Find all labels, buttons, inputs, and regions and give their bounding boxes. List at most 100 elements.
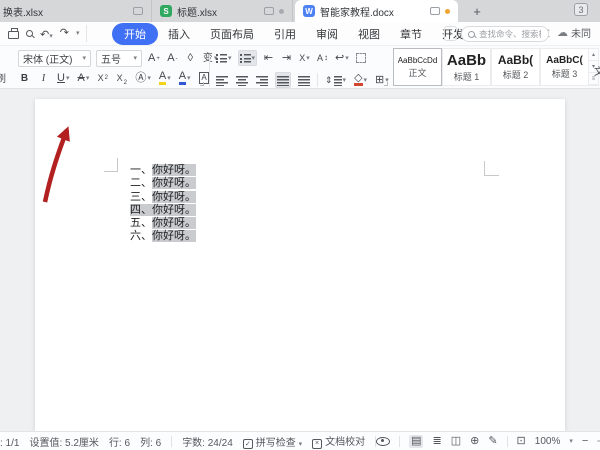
edit-pen-icon[interactable]: ✎ xyxy=(488,436,497,447)
numbered-list-button[interactable]: ▾ xyxy=(238,50,258,66)
bullet-list-button[interactable]: ▾ xyxy=(215,50,233,66)
file-tab-label: 智能家教程.docx xyxy=(320,4,425,19)
doc-line-2[interactable]: 二、你好呀。 xyxy=(130,177,196,190)
zoom-level[interactable]: 100% xyxy=(535,436,561,447)
superscript-button[interactable]: X2 xyxy=(96,70,109,86)
tab-view[interactable]: 视图 xyxy=(348,24,390,44)
cloud-sync-status[interactable]: ☁ 未同 xyxy=(557,25,591,40)
selected-text: 你好呀。 xyxy=(152,217,196,229)
read-view-icon[interactable]: ◫ xyxy=(451,436,461,447)
scroll-up-icon[interactable]: ▴ xyxy=(589,49,598,61)
list-number: 三、 xyxy=(130,191,152,203)
menubar: ↶▾ ↷ ▾ 开始 插入 页面布局 引用 审阅 视图 章节 开发工具 会员专享 … xyxy=(0,22,600,45)
file-tab-sheet2[interactable]: S 标题.xlsx xyxy=(152,0,293,22)
doc-line-5[interactable]: 五、你好呀。 xyxy=(130,217,196,230)
font-dialog-launcher[interactable] xyxy=(200,82,204,86)
redo-icon[interactable]: ↷ xyxy=(60,28,69,39)
style-heading2[interactable]: AaBb( 标题 2 xyxy=(491,48,540,86)
outline-view-icon[interactable]: ≣ xyxy=(432,436,441,447)
enclosed-char-button[interactable]: Ⓐ▾ xyxy=(134,70,152,86)
shrink-font-button[interactable]: A- xyxy=(166,51,179,67)
doc-line-6[interactable]: 六、你好呀。 xyxy=(130,230,196,243)
underline-button[interactable]: U▾ xyxy=(56,70,70,86)
fullscreen-icon[interactable]: ⊡ xyxy=(517,436,526,447)
more-tabs-button[interactable]: › xyxy=(444,26,457,41)
style-heading3[interactable]: AaBbC( 标题 3 xyxy=(540,48,589,86)
undo-button[interactable]: ↶▾ xyxy=(40,27,53,41)
align-left-button[interactable] xyxy=(215,72,229,88)
font-name-value: 宋体 (正文) xyxy=(23,51,72,66)
style-heading1[interactable]: AaBb 标题 1 xyxy=(442,48,491,86)
sync-label: 未同 xyxy=(571,25,591,40)
font-size-select[interactable]: 五号 ▾ xyxy=(96,50,142,67)
word-count[interactable]: 字数: 24/24 xyxy=(182,434,233,449)
subscript-button[interactable]: X2 xyxy=(115,70,128,86)
statusbar-left: 页: 1/1 设置值: 5.2厘米 行: 6 列: 6 字数: 24/24 ✓拼… xyxy=(0,433,376,449)
page-view-icon[interactable]: ▤ xyxy=(409,435,423,448)
increase-indent-icon: ⇥ xyxy=(282,53,291,64)
list-number: 六、 xyxy=(130,230,152,242)
italic-button[interactable]: I xyxy=(37,70,50,86)
shading-button[interactable]: ◇▾ xyxy=(353,72,368,88)
align-center-button[interactable] xyxy=(235,72,249,88)
lines-icon xyxy=(334,75,342,86)
font-name-select[interactable]: 宋体 (正文) ▾ xyxy=(18,50,91,67)
line-spacing-button[interactable]: ⇕▾ xyxy=(324,72,347,88)
tabstop-button[interactable] xyxy=(355,50,368,66)
tab-section[interactable]: 章节 xyxy=(390,24,432,44)
distribute-button[interactable] xyxy=(297,72,311,88)
strikethrough-button[interactable]: A▾ xyxy=(76,70,90,86)
spell-check-toggle[interactable]: ✓拼写检查 ▾ xyxy=(243,434,302,449)
style-label: 标题 2 xyxy=(503,68,529,81)
increase-indent-button[interactable]: ⇥ xyxy=(280,50,293,66)
command-search[interactable] xyxy=(461,26,549,42)
text-direction-button[interactable]: A↕ xyxy=(316,50,329,66)
customize-toolbar-icon[interactable]: ▾ xyxy=(76,30,80,37)
style-normal[interactable]: AaBbCcDd 正文 xyxy=(393,48,442,86)
format-painter-fragment[interactable]: 刷 xyxy=(0,70,6,85)
align-right-button[interactable] xyxy=(255,72,269,88)
web-view-icon[interactable]: ⊕ xyxy=(470,436,479,447)
wrap-button[interactable]: ↩▾ xyxy=(334,50,350,66)
highlight-color-button[interactable]: A▾ xyxy=(158,70,172,86)
asian-layout-icon: X xyxy=(299,54,305,63)
file-tab-sheet1[interactable]: 换表.xlsx xyxy=(0,0,152,22)
justify-button[interactable] xyxy=(275,72,291,88)
zoom-out-icon[interactable]: − xyxy=(582,436,588,447)
eye-protection-icon[interactable] xyxy=(376,437,390,446)
side-panel-fragment[interactable]: 文 xyxy=(594,63,600,78)
doc-line-3[interactable]: 三、你好呀。 xyxy=(130,191,196,204)
paragraph-dialog-launcher[interactable] xyxy=(384,82,388,86)
chevron-down-icon: ▾ xyxy=(86,75,90,82)
document-text: 一、你好呀。 二、你好呀。 三、你好呀。 四、你好呀。 五、你好呀。 六、你好呀… xyxy=(130,164,196,244)
document-page[interactable]: 一、你好呀。 二、你好呀。 三、你好呀。 四、你好呀。 五、你好呀。 六、你好呀… xyxy=(35,99,565,431)
tab-review[interactable]: 审阅 xyxy=(306,24,348,44)
font-color-button[interactable]: A▾ xyxy=(178,70,192,86)
tab-home[interactable]: 开始 xyxy=(112,23,158,45)
window-count-badge[interactable]: 3 xyxy=(574,3,588,16)
divider xyxy=(86,25,87,42)
print-preview-icon[interactable] xyxy=(26,30,33,37)
proofread-label: 文档校对 xyxy=(325,437,365,448)
print-icon[interactable] xyxy=(8,31,19,39)
zoom-caret-icon[interactable]: ▾ xyxy=(569,438,573,445)
new-tab-button[interactable]: + xyxy=(468,2,486,20)
tab-references[interactable]: 引用 xyxy=(264,24,306,44)
divider xyxy=(317,73,318,87)
tab-insert[interactable]: 插入 xyxy=(158,24,200,44)
proofread-button[interactable]: ×文档校对 xyxy=(312,433,365,449)
setting-value: 设置值: 5.2厘米 xyxy=(29,434,98,449)
font-color-icon: A xyxy=(179,71,186,85)
bold-button[interactable]: B xyxy=(18,70,31,86)
decrease-indent-button[interactable]: ⇤ xyxy=(262,50,275,66)
asian-layout-button[interactable]: X▾ xyxy=(298,50,311,66)
tab-status-dot xyxy=(279,9,284,14)
doc-line-4[interactable]: 四、你好呀。 xyxy=(130,204,196,217)
search-input[interactable] xyxy=(479,29,541,39)
grow-font-button[interactable]: A+ xyxy=(147,51,161,67)
file-tab-document-active[interactable]: W 智能家教程.docx xyxy=(295,0,458,22)
tab-page-layout[interactable]: 页面布局 xyxy=(200,24,264,44)
style-preview: AaBb( xyxy=(498,53,533,67)
clear-format-button[interactable]: ◊ xyxy=(184,51,197,67)
doc-line-1[interactable]: 一、你好呀。 xyxy=(130,164,196,177)
